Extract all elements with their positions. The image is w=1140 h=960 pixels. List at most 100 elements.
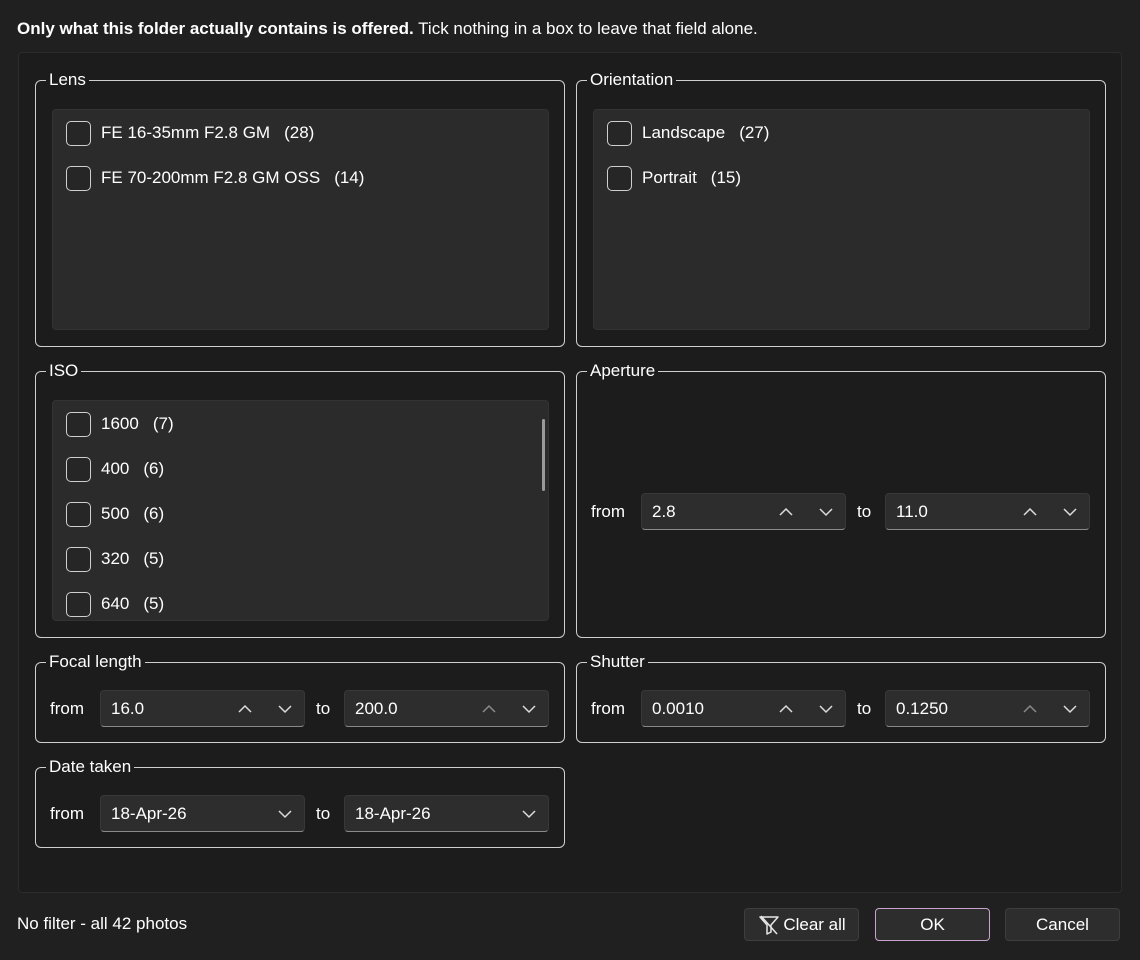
lens-item-0[interactable]: FE 16-35mm F2.8 GM (28): [66, 120, 314, 146]
focal-from-spinner[interactable]: 16.0: [100, 690, 305, 727]
shutter-to-label: to: [857, 699, 872, 718]
clear-all-button[interactable]: Clear all: [744, 908, 859, 941]
orientation-item-portrait[interactable]: Portrait (15): [607, 165, 741, 191]
intro-bold: Only what this folder actually contains …: [17, 19, 414, 38]
lens-list: FE 16-35mm F2.8 GM (28) FE 70-200mm F2.8…: [52, 109, 549, 330]
date-from-label: from: [50, 804, 84, 823]
chevron-down-icon[interactable]: [520, 805, 538, 823]
focal-to-value: 200.0: [355, 699, 398, 718]
lens-item-0-checkbox[interactable]: [66, 120, 91, 146]
iso-item-0-count: (7): [152, 414, 174, 433]
orientation-portrait-label: Portrait: [642, 168, 697, 187]
lens-title: Lens: [46, 68, 89, 92]
focal-from-label: from: [50, 699, 84, 718]
lens-item-0-count: (28): [284, 123, 315, 142]
lens-item-0-label: FE 16-35mm F2.8 GM: [101, 123, 271, 142]
iso-item-0[interactable]: 1600 (7): [66, 411, 174, 437]
shutter-from-spinner[interactable]: 0.0010: [641, 690, 846, 727]
chevron-up-icon[interactable]: [777, 700, 795, 718]
filter-panel: Lens FE 16-35mm F2.8 GM (28) FE 70-200mm…: [18, 52, 1122, 893]
orientation-title: Orientation: [587, 68, 677, 92]
iso-item-1-count: (6): [143, 459, 165, 478]
lens-item-1[interactable]: FE 70-200mm F2.8 GM OSS (14): [66, 165, 364, 191]
intro-normal: Tick nothing in a box to leave that fiel…: [418, 19, 758, 38]
chevron-down-icon[interactable]: [276, 805, 294, 823]
iso-item-0-label: 1600: [101, 414, 139, 433]
orientation-item-landscape[interactable]: Landscape (27): [607, 120, 769, 146]
lens-group: Lens FE 16-35mm F2.8 GM (28) FE 70-200mm…: [35, 68, 565, 347]
cancel-button[interactable]: Cancel: [1005, 908, 1120, 941]
iso-item-2[interactable]: 500 (6): [66, 501, 164, 527]
orientation-portrait-checkbox[interactable]: [607, 165, 632, 191]
chevron-down-icon[interactable]: [1061, 700, 1079, 718]
chevron-up-icon[interactable]: [1021, 700, 1039, 718]
orientation-portrait-count: (15): [710, 168, 742, 187]
iso-item-3-checkbox[interactable]: [66, 546, 91, 572]
status-text: No filter - all 42 photos: [17, 914, 188, 933]
shutter-group: Shutter from 0.0010 to 0.1250: [576, 650, 1106, 743]
aperture-to-label: to: [857, 502, 872, 521]
orientation-group: Orientation Landscape (27) Portrait (15): [576, 68, 1106, 347]
date-to-picker[interactable]: 18-Apr-26: [344, 795, 549, 832]
focal-to-spinner[interactable]: 200.0: [344, 690, 549, 727]
iso-item-2-checkbox[interactable]: [66, 501, 91, 527]
date-taken-title: Date taken: [46, 755, 135, 779]
focal-from-value: 16.0: [111, 699, 145, 718]
iso-item-4-label: 640: [101, 594, 130, 613]
aperture-from-value: 2.8: [652, 502, 676, 521]
iso-item-1-label: 400: [101, 459, 130, 478]
ok-label: OK: [920, 914, 945, 934]
orientation-landscape-checkbox[interactable]: [607, 120, 632, 146]
iso-item-3[interactable]: 320 (5): [66, 546, 164, 572]
iso-item-2-label: 500: [101, 504, 130, 523]
iso-title: ISO: [46, 359, 82, 383]
orientation-landscape-label: Landscape: [642, 123, 726, 142]
ok-button[interactable]: OK: [875, 908, 990, 941]
iso-item-1-checkbox[interactable]: [66, 456, 91, 482]
aperture-to-spinner[interactable]: 11.0: [885, 493, 1090, 530]
iso-item-1[interactable]: 400 (6): [66, 456, 164, 482]
chevron-down-icon[interactable]: [817, 700, 835, 718]
iso-list[interactable]: 1600 (7) 400 (6) 500 (6) 320 (5) 640 (5): [52, 400, 549, 621]
focal-length-group: Focal length from 16.0 to 200.0: [35, 650, 565, 743]
iso-item-4-checkbox[interactable]: [66, 591, 91, 617]
date-to-label: to: [316, 804, 331, 823]
lens-item-1-checkbox[interactable]: [66, 165, 91, 191]
shutter-to-spinner[interactable]: 0.1250: [885, 690, 1090, 727]
aperture-from-label: from: [591, 502, 625, 521]
chevron-up-icon[interactable]: [777, 503, 795, 521]
cancel-label: Cancel: [1036, 914, 1089, 934]
orientation-list: Landscape (27) Portrait (15): [593, 109, 1090, 330]
focal-to-label: to: [316, 699, 331, 718]
iso-group: ISO 1600 (7) 400 (6) 500 (6) 320 (5) 640…: [35, 359, 565, 638]
chevron-up-icon[interactable]: [1021, 503, 1039, 521]
shutter-from-label: from: [591, 699, 625, 718]
chevron-down-icon[interactable]: [1061, 503, 1079, 521]
aperture-from-spinner[interactable]: 2.8: [641, 493, 846, 530]
iso-item-0-checkbox[interactable]: [66, 411, 91, 437]
filter-off-icon: [757, 913, 781, 937]
aperture-group: Aperture from 2.8 to 11.0: [576, 359, 1106, 638]
clear-all-label: Clear all: [783, 914, 846, 934]
intro-text: Only what this folder actually contains …: [17, 19, 758, 39]
date-from-picker[interactable]: 18-Apr-26: [100, 795, 305, 832]
iso-item-4-count: (5): [143, 594, 165, 613]
chevron-down-icon[interactable]: [817, 503, 835, 521]
shutter-from-value: 0.0010: [652, 699, 704, 718]
aperture-to-value: 11.0: [896, 502, 928, 521]
chevron-down-icon[interactable]: [520, 700, 538, 718]
shutter-to-value: 0.1250: [896, 699, 948, 718]
focal-length-title: Focal length: [46, 650, 145, 674]
iso-scrollbar[interactable]: [542, 419, 545, 491]
iso-item-4[interactable]: 640 (5): [66, 591, 164, 617]
iso-item-3-label: 320: [101, 549, 130, 568]
date-from-value: 18-Apr-26: [111, 804, 187, 823]
iso-item-2-count: (6): [143, 504, 165, 523]
lens-item-1-count: (14): [334, 168, 365, 187]
aperture-title: Aperture: [587, 359, 659, 383]
iso-item-3-count: (5): [143, 549, 165, 568]
chevron-down-icon[interactable]: [276, 700, 294, 718]
orientation-landscape-count: (27): [739, 123, 770, 142]
chevron-up-icon[interactable]: [480, 700, 498, 718]
chevron-up-icon[interactable]: [236, 700, 254, 718]
